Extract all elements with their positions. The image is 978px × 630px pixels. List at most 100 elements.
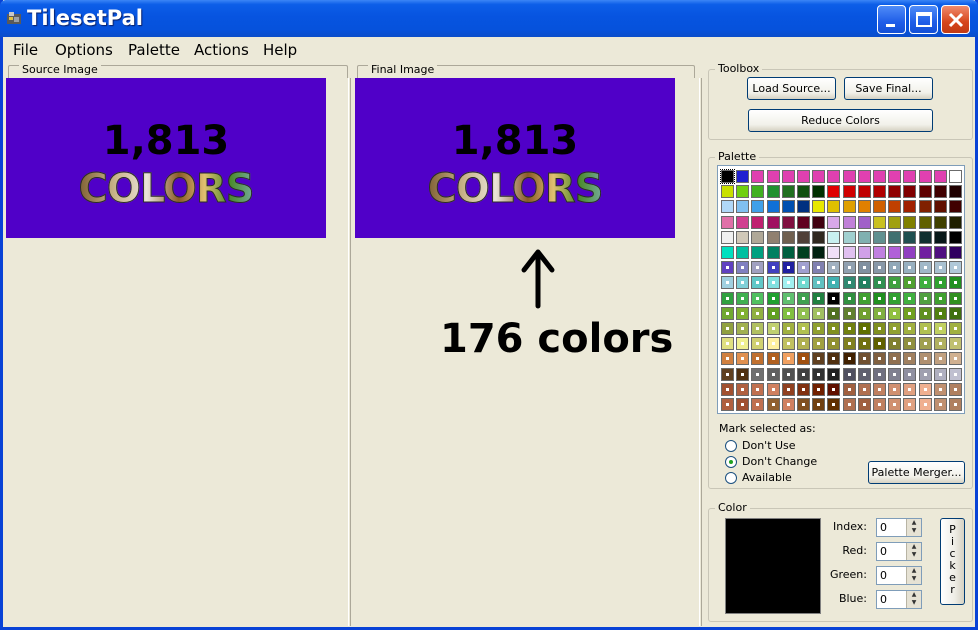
spin-down-icon[interactable]: ▼ bbox=[907, 599, 921, 607]
palette-swatch[interactable] bbox=[812, 382, 826, 396]
palette-swatch[interactable] bbox=[781, 246, 795, 259]
palette-swatch[interactable] bbox=[827, 276, 841, 290]
palette-swatch[interactable] bbox=[842, 306, 856, 320]
palette-swatch[interactable] bbox=[736, 352, 750, 366]
palette-swatch[interactable] bbox=[903, 367, 917, 381]
title-bar[interactable]: TilesetPal bbox=[0, 0, 978, 37]
stepper-arrows[interactable]: ▲ ▼ bbox=[906, 543, 921, 560]
palette-swatch[interactable] bbox=[873, 246, 886, 259]
palette-swatch[interactable] bbox=[827, 322, 841, 335]
menu-options[interactable]: Options bbox=[55, 41, 113, 59]
palette-swatch[interactable] bbox=[812, 200, 826, 214]
palette-swatch[interactable] bbox=[888, 215, 902, 229]
palette-swatch[interactable] bbox=[873, 261, 886, 275]
palette-swatch[interactable] bbox=[736, 276, 750, 290]
palette-swatch[interactable] bbox=[827, 230, 841, 244]
palette-swatch[interactable] bbox=[873, 215, 886, 229]
palette-swatch[interactable] bbox=[857, 246, 871, 259]
palette-swatch[interactable] bbox=[812, 276, 826, 290]
palette-swatch[interactable] bbox=[903, 261, 917, 275]
palette-swatch[interactable] bbox=[918, 322, 932, 335]
palette-swatch[interactable] bbox=[888, 367, 902, 381]
palette-swatch[interactable] bbox=[751, 246, 765, 259]
palette-swatch[interactable] bbox=[751, 185, 765, 199]
palette-swatch[interactable] bbox=[720, 169, 735, 184]
palette-swatch[interactable] bbox=[781, 200, 795, 214]
palette-swatch[interactable] bbox=[873, 382, 886, 396]
palette-swatch[interactable] bbox=[918, 261, 932, 275]
palette-swatch[interactable] bbox=[903, 200, 917, 214]
palette-swatch[interactable] bbox=[781, 215, 795, 229]
palette-swatch[interactable] bbox=[842, 261, 856, 275]
palette-swatch[interactable] bbox=[888, 352, 902, 366]
palette-swatch[interactable] bbox=[766, 322, 780, 335]
palette-swatch[interactable] bbox=[949, 246, 962, 259]
reduce-colors-button[interactable]: Reduce Colors bbox=[748, 109, 933, 132]
palette-swatch[interactable] bbox=[736, 382, 750, 396]
palette-swatch[interactable] bbox=[918, 276, 932, 290]
palette-swatch[interactable] bbox=[827, 382, 841, 396]
palette-swatch[interactable] bbox=[736, 185, 750, 199]
green-stepper[interactable]: 0 ▲ ▼ bbox=[876, 566, 922, 585]
palette-swatch[interactable] bbox=[873, 352, 886, 366]
palette-swatch[interactable] bbox=[797, 170, 810, 183]
palette-swatch[interactable] bbox=[873, 398, 886, 411]
menu-palette[interactable]: Palette bbox=[128, 41, 180, 59]
palette-swatch[interactable] bbox=[949, 382, 962, 396]
palette-swatch[interactable] bbox=[721, 185, 734, 199]
palette-swatch[interactable] bbox=[842, 398, 856, 411]
palette-merger-button[interactable]: Palette Merger... bbox=[868, 461, 965, 484]
spin-up-icon[interactable]: ▲ bbox=[907, 519, 921, 527]
palette-swatch[interactable] bbox=[751, 306, 765, 320]
palette-grid[interactable] bbox=[717, 165, 965, 414]
palette-swatch[interactable] bbox=[918, 200, 932, 214]
palette-swatch[interactable] bbox=[933, 215, 947, 229]
palette-swatch[interactable] bbox=[933, 398, 947, 411]
right-splitter[interactable] bbox=[699, 78, 702, 626]
palette-swatch[interactable] bbox=[857, 261, 871, 275]
palette-swatch[interactable] bbox=[797, 261, 810, 275]
palette-swatch[interactable] bbox=[797, 215, 810, 229]
palette-swatch[interactable] bbox=[933, 337, 947, 351]
palette-swatch[interactable] bbox=[812, 215, 826, 229]
menu-help[interactable]: Help bbox=[263, 41, 297, 59]
palette-swatch[interactable] bbox=[781, 170, 795, 183]
palette-swatch[interactable] bbox=[812, 322, 826, 335]
palette-swatch[interactable] bbox=[857, 367, 871, 381]
palette-swatch[interactable] bbox=[736, 261, 750, 275]
palette-swatch[interactable] bbox=[827, 170, 841, 183]
picker-button[interactable]: Picker bbox=[940, 518, 965, 605]
palette-swatch[interactable] bbox=[721, 215, 734, 229]
palette-swatch[interactable] bbox=[888, 306, 902, 320]
red-stepper[interactable]: 0 ▲ ▼ bbox=[876, 542, 922, 561]
final-image-canvas[interactable]: 1,813 COLORS bbox=[355, 78, 675, 238]
palette-swatch[interactable] bbox=[918, 337, 932, 351]
palette-swatch[interactable] bbox=[888, 337, 902, 351]
palette-swatch[interactable] bbox=[873, 322, 886, 335]
palette-swatch[interactable] bbox=[766, 291, 780, 305]
palette-swatch[interactable] bbox=[918, 367, 932, 381]
palette-swatch[interactable] bbox=[918, 306, 932, 320]
palette-swatch[interactable] bbox=[766, 215, 780, 229]
palette-swatch[interactable] bbox=[736, 337, 750, 351]
palette-swatch[interactable] bbox=[857, 276, 871, 290]
palette-swatch[interactable] bbox=[933, 367, 947, 381]
close-button[interactable] bbox=[941, 5, 970, 34]
palette-swatch[interactable] bbox=[949, 352, 962, 366]
palette-swatch[interactable] bbox=[736, 306, 750, 320]
palette-swatch[interactable] bbox=[721, 337, 734, 351]
index-stepper[interactable]: 0 ▲ ▼ bbox=[876, 518, 922, 537]
palette-swatch[interactable] bbox=[949, 337, 962, 351]
palette-swatch[interactable] bbox=[797, 337, 810, 351]
palette-swatch[interactable] bbox=[873, 276, 886, 290]
palette-swatch[interactable] bbox=[842, 170, 856, 183]
palette-swatch[interactable] bbox=[797, 276, 810, 290]
palette-swatch[interactable] bbox=[736, 246, 750, 259]
palette-swatch[interactable] bbox=[888, 398, 902, 411]
menu-file[interactable]: File bbox=[13, 41, 38, 59]
stepper-arrows[interactable]: ▲ ▼ bbox=[906, 567, 921, 584]
palette-swatch[interactable] bbox=[797, 367, 810, 381]
palette-swatch[interactable] bbox=[842, 215, 856, 229]
palette-swatch[interactable] bbox=[857, 382, 871, 396]
palette-swatch[interactable] bbox=[873, 200, 886, 214]
